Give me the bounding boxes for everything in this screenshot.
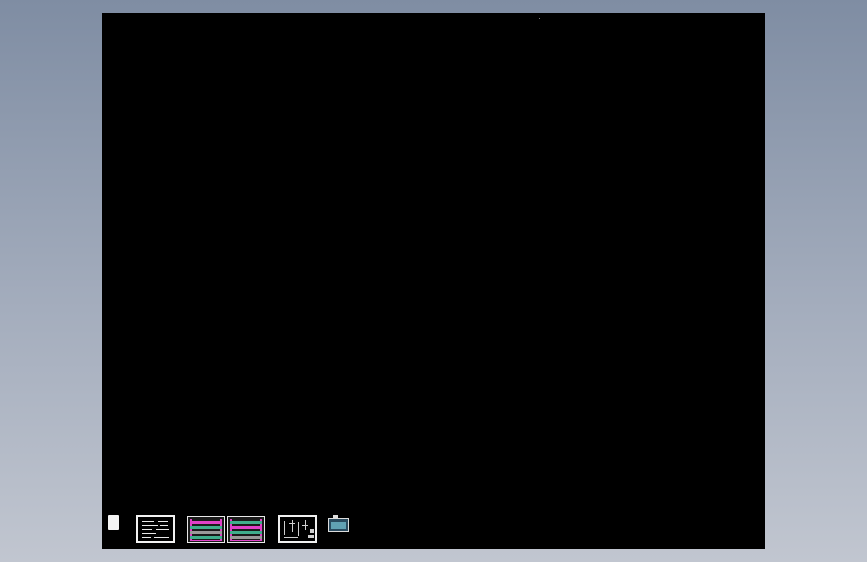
sheet-text-line: [158, 521, 168, 522]
drawing-line: [284, 537, 298, 538]
sheet-text-line: [142, 529, 152, 530]
colored-plan-sheet-thumbnail[interactable]: [227, 516, 265, 543]
sheet-band: [230, 536, 262, 539]
sheet-band: [230, 521, 262, 524]
sheet-text-line: [160, 525, 168, 526]
sheet-band: [230, 526, 262, 529]
sheet-band: [230, 531, 262, 534]
framed-drawing-sheet-thumbnail[interactable]: [278, 515, 317, 543]
drawing-line: [298, 522, 299, 536]
cad-workspace: { "colors": { "background_top": "#7f8da3…: [0, 0, 867, 562]
sheet-band: [190, 521, 222, 524]
sheet-text-line: [142, 521, 154, 522]
sheet-text-line: [142, 533, 156, 534]
sheet-band: [190, 540, 222, 541]
sheet-band: [230, 540, 262, 541]
drawing-block: [310, 529, 314, 533]
sheet-band: [190, 526, 222, 529]
colored-plan-sheet-thumbnail[interactable]: [187, 516, 225, 543]
sheet-text-line: [154, 537, 169, 538]
page-icon[interactable]: [108, 515, 119, 530]
sheet-text-line: [142, 525, 158, 526]
sheet-text-line: [142, 537, 151, 538]
title-block: [308, 535, 314, 538]
drawing-line: [284, 521, 285, 535]
sheet-band: [190, 531, 222, 534]
sheet-tab: [333, 515, 338, 518]
text-sheet-thumbnail[interactable]: [136, 515, 175, 543]
sheet-band: [190, 536, 222, 539]
sheet-content: [331, 522, 346, 529]
cursor-marker: [539, 18, 540, 19]
drawing-line: [305, 520, 306, 530]
drawing-line: [292, 520, 293, 532]
drawing-canvas[interactable]: [102, 13, 765, 549]
small-sheet-thumbnail[interactable]: [328, 515, 349, 532]
sheet-text-line: [156, 529, 169, 530]
